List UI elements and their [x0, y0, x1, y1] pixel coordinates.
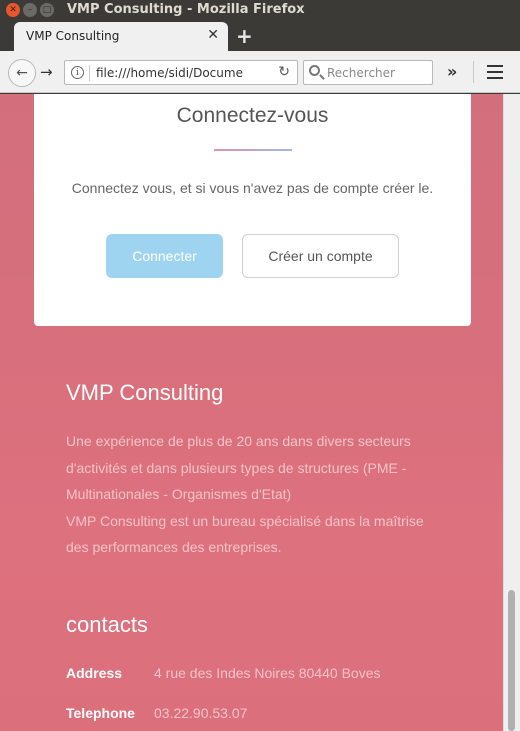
search-placeholder: Rechercher	[327, 66, 395, 80]
window-titlebar: ✕ – □ VMP Consulting - Mozilla Firefox	[0, 0, 520, 20]
about-paragraph: Une expérience de plus de 20 ans dans di…	[66, 433, 411, 502]
arrow-right-icon: →	[40, 63, 53, 81]
back-button[interactable]: ←	[8, 59, 36, 87]
about-heading: VMP Consulting	[66, 380, 224, 405]
url-separator	[89, 65, 90, 81]
contact-value: 4 rue des Indes Noires 80440 Boves	[154, 665, 381, 681]
toolbar-divider	[473, 61, 474, 83]
info-icon[interactable]: i	[71, 66, 84, 79]
login-card: Connectez-vous Connectez vous, et si vou…	[34, 94, 471, 326]
window-close-icon[interactable]: ✕	[6, 3, 20, 17]
window-title: VMP Consulting - Mozilla Firefox	[67, 2, 305, 17]
contacts-heading: contacts	[66, 612, 148, 637]
arrow-left-icon: ←	[16, 65, 28, 81]
reload-icon[interactable]: ↻	[278, 64, 290, 80]
tab-vmp-consulting[interactable]: VMP Consulting ✕	[14, 22, 228, 51]
window-maximize-icon[interactable]: □	[40, 3, 54, 17]
new-tab-button[interactable]: +	[236, 24, 253, 48]
tab-close-icon[interactable]: ✕	[207, 27, 219, 43]
forward-button[interactable]: →	[40, 63, 53, 81]
search-icon	[309, 65, 320, 76]
about-paragraph: VMP Consulting est un bureau spécialisé …	[66, 512, 424, 556]
create-account-button[interactable]: Créer un compte	[242, 234, 399, 278]
contact-label: Address	[66, 665, 123, 681]
tab-label: VMP Consulting	[26, 29, 120, 43]
contact-label: Telephone	[66, 705, 135, 721]
about-description: Une expérience de plus de 20 ans dans di…	[66, 428, 446, 561]
connect-button[interactable]: Connecter	[106, 234, 223, 278]
hamburger-menu-icon[interactable]	[487, 65, 503, 79]
login-title: Connectez-vous	[176, 104, 329, 127]
search-input[interactable]: Rechercher	[303, 60, 433, 85]
tab-strip: VMP Consulting ✕ +	[0, 20, 520, 51]
window-minimize-icon[interactable]: –	[23, 3, 37, 17]
url-bar[interactable]: i file:///home/sidi/Docume ↻	[64, 60, 298, 85]
contact-value: 03.22.90.53.07	[154, 705, 248, 721]
login-description: Connectez vous, et si vous n'avez pas de…	[71, 180, 434, 196]
overflow-chevron-icon[interactable]: »	[447, 62, 457, 81]
title-underline	[214, 149, 292, 151]
navigation-toolbar: ← → i file:///home/sidi/Docume ↻ Recherc…	[0, 51, 520, 93]
scrollbar-thumb[interactable]	[508, 590, 515, 731]
url-text[interactable]: file:///home/sidi/Docume	[96, 66, 264, 80]
page-viewport: Connectez-vous Connectez vous, et si vou…	[0, 94, 520, 731]
